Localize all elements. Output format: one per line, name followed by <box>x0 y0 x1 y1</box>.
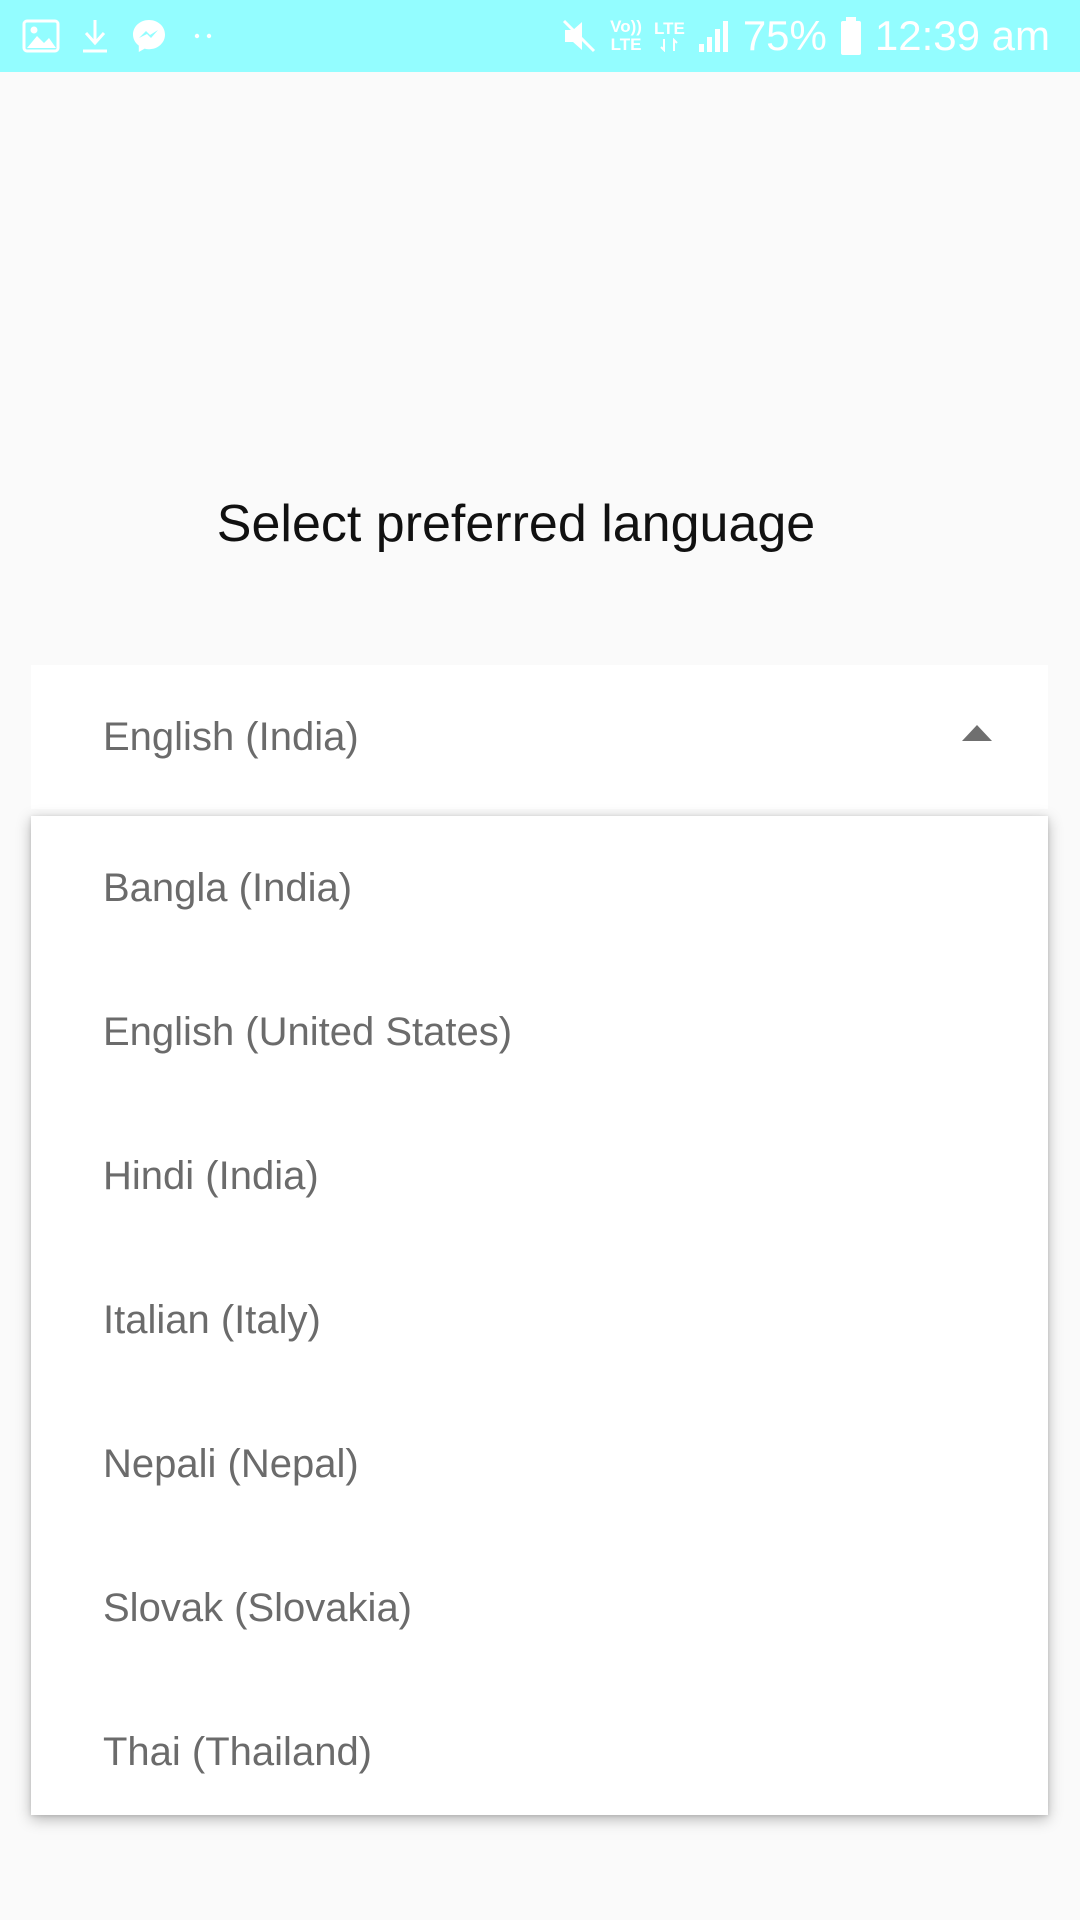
system-indicators: Vo)) LTE LTE 75% 12:39 am <box>560 10 1050 62</box>
more-dots-icon <box>188 31 218 41</box>
status-bar: Vo)) LTE LTE 75% 12:39 am <box>0 0 1080 72</box>
lte-label: LTE <box>653 19 685 38</box>
battery-percent: 75% <box>742 12 827 59</box>
language-option[interactable]: Hindi (India) <box>31 1104 1048 1248</box>
lte-icon: LTE <box>654 20 685 52</box>
mute-icon <box>560 17 598 55</box>
arrow-up-icon <box>962 725 992 741</box>
notification-icons <box>22 14 218 58</box>
language-spinner[interactable]: English (India) <box>31 665 1048 809</box>
language-option[interactable]: Bangla (India) <box>31 816 1048 960</box>
volte-top-label: Vo)) <box>610 17 642 36</box>
language-option[interactable]: Slovak (Slovakia) <box>31 1536 1048 1680</box>
battery-icon <box>839 16 863 56</box>
messenger-icon <box>130 17 168 55</box>
language-option[interactable]: Thai (Thailand) <box>31 1680 1048 1824</box>
download-icon <box>80 18 110 54</box>
language-option[interactable]: Nepali (Nepal) <box>31 1392 1048 1536</box>
clock: 12:39 am <box>874 12 1050 59</box>
page-title: Select preferred language <box>216 495 816 553</box>
language-dropdown-list: Bangla (India) English (United States) H… <box>31 816 1048 1815</box>
selected-language: English (India) <box>103 715 359 759</box>
language-option[interactable]: Italian (Italy) <box>31 1248 1048 1392</box>
signal-icon <box>697 18 731 54</box>
language-option[interactable]: English (United States) <box>31 960 1048 1104</box>
volte-bottom-label: LTE <box>610 35 642 54</box>
volte-icon: Vo)) LTE <box>610 18 642 54</box>
gallery-icon <box>22 19 60 53</box>
